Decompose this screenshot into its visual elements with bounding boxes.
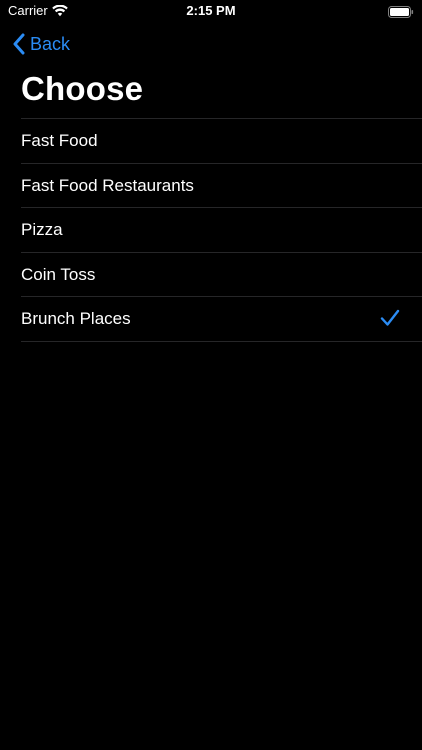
page-title: Choose bbox=[21, 70, 144, 107]
screen: Carrier 2:15 PM Back Choose Fast Food Fa… bbox=[0, 0, 422, 750]
battery-icon bbox=[388, 5, 414, 18]
back-button[interactable]: Back bbox=[12, 31, 70, 57]
row-separator bbox=[21, 340, 422, 342]
list-item-label: Pizza bbox=[21, 220, 63, 240]
choice-list: Fast Food Fast Food Restaurants Pizza Co… bbox=[0, 118, 422, 342]
status-time: 2:15 PM bbox=[186, 3, 236, 18]
list-item-label: Brunch Places bbox=[21, 309, 131, 329]
list-item-brunch-places[interactable]: Brunch Places bbox=[0, 296, 422, 341]
list-item-coin-toss[interactable]: Coin Toss bbox=[0, 251, 422, 297]
list-item-pizza[interactable]: Pizza bbox=[0, 207, 422, 252]
row-separator bbox=[21, 207, 422, 209]
back-label: Back bbox=[30, 33, 71, 54]
checkmark-icon bbox=[380, 309, 400, 327]
status-bar: Carrier 2:15 PM bbox=[0, 0, 422, 22]
row-separator bbox=[21, 296, 422, 298]
row-separator bbox=[21, 162, 422, 164]
list-item-fast-food[interactable]: Fast Food bbox=[0, 118, 422, 163]
row-separator bbox=[21, 118, 422, 119]
row-separator bbox=[21, 251, 422, 253]
list-item-label: Fast Food Restaurants bbox=[21, 175, 194, 195]
list-item-label: Fast Food bbox=[21, 131, 98, 150]
list-item-label: Coin Toss bbox=[21, 264, 96, 284]
list-item-fast-food-restaurants[interactable]: Fast Food Restaurants bbox=[0, 162, 422, 208]
chevron-left-icon bbox=[12, 33, 26, 55]
